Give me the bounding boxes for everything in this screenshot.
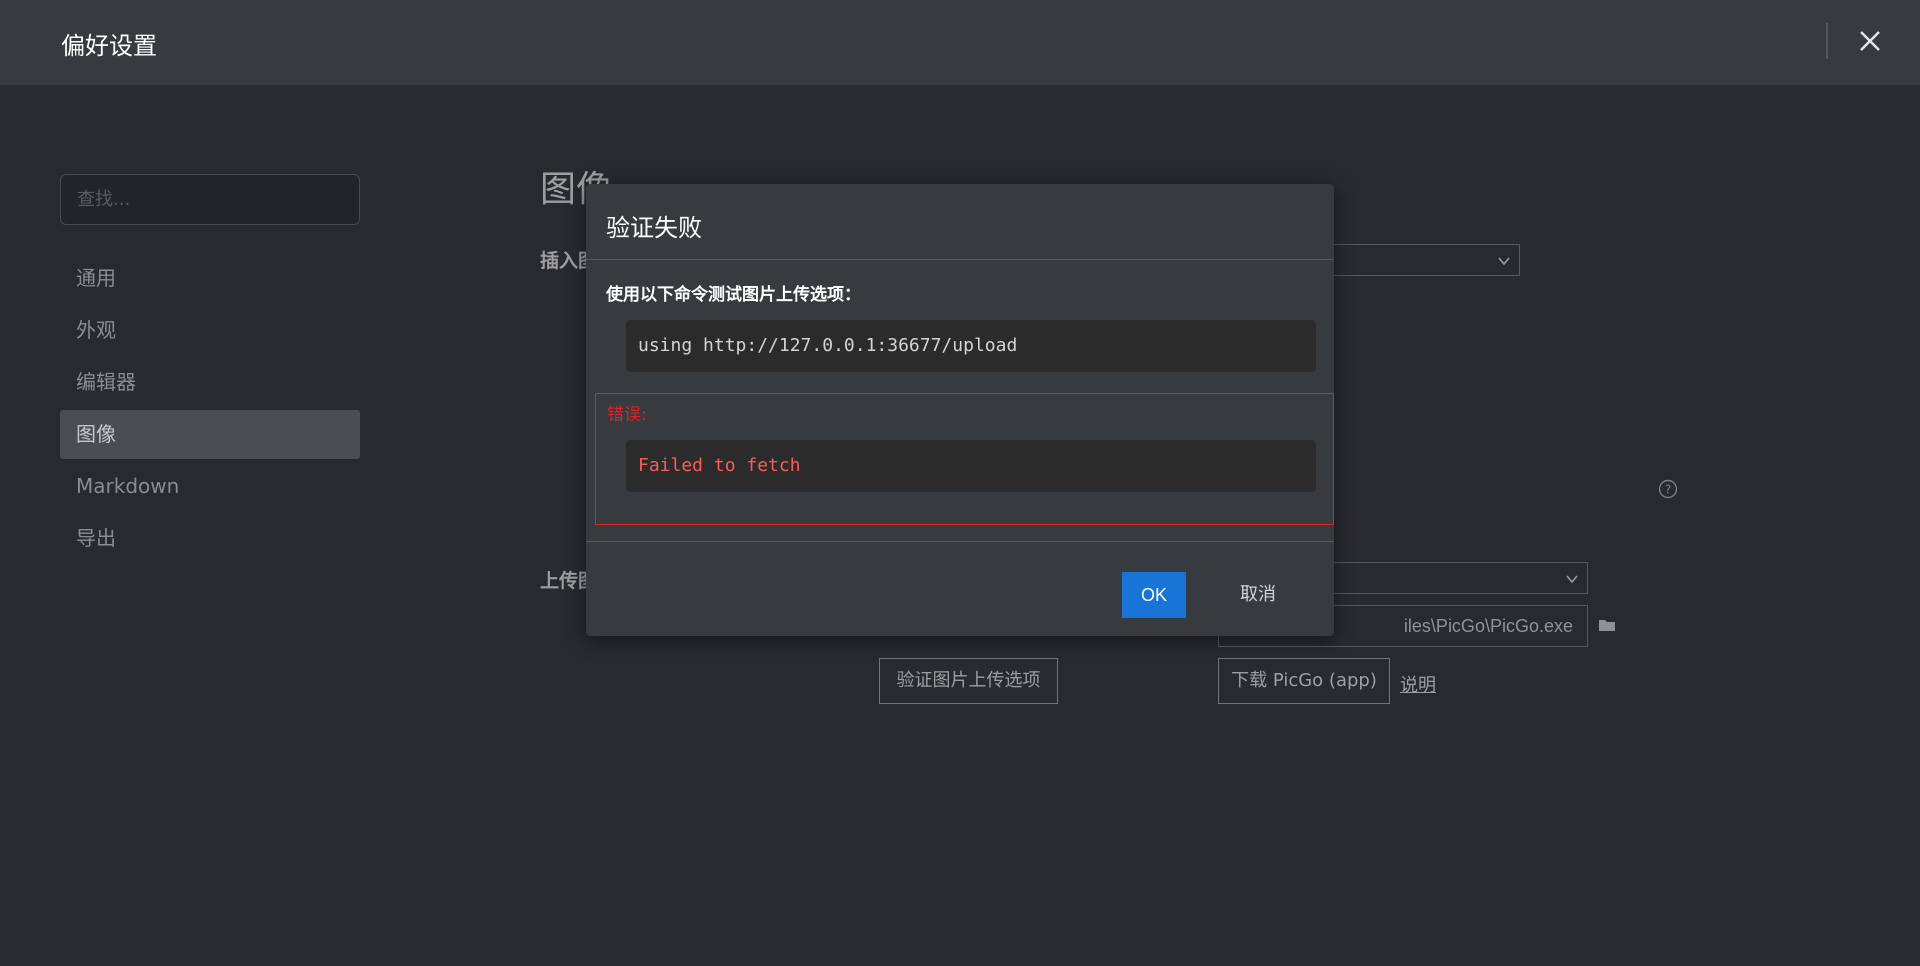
- dialog-divider-top: [586, 259, 1334, 260]
- close-icon[interactable]: [1853, 24, 1887, 58]
- error-message: Failed to fetch: [626, 440, 1316, 492]
- cancel-button[interactable]: 取消: [1226, 572, 1290, 618]
- error-label: 错误:: [607, 405, 647, 425]
- title-bar: 偏好设置: [0, 0, 1920, 86]
- window-title: 偏好设置: [61, 32, 157, 60]
- dialog-divider-bottom: [586, 541, 1334, 542]
- command-code-block: using http://127.0.0.1:36677/upload: [626, 320, 1316, 372]
- error-box: 错误: Failed to fetch: [595, 393, 1334, 525]
- validation-failed-dialog: 验证失败 使用以下命令测试图片上传选项： using http://127.0.…: [586, 184, 1334, 636]
- dialog-title: 验证失败: [606, 214, 702, 242]
- titlebar-divider: [1826, 23, 1828, 59]
- ok-button[interactable]: OK: [1122, 572, 1186, 618]
- dialog-description: 使用以下命令测试图片上传选项：: [606, 285, 861, 305]
